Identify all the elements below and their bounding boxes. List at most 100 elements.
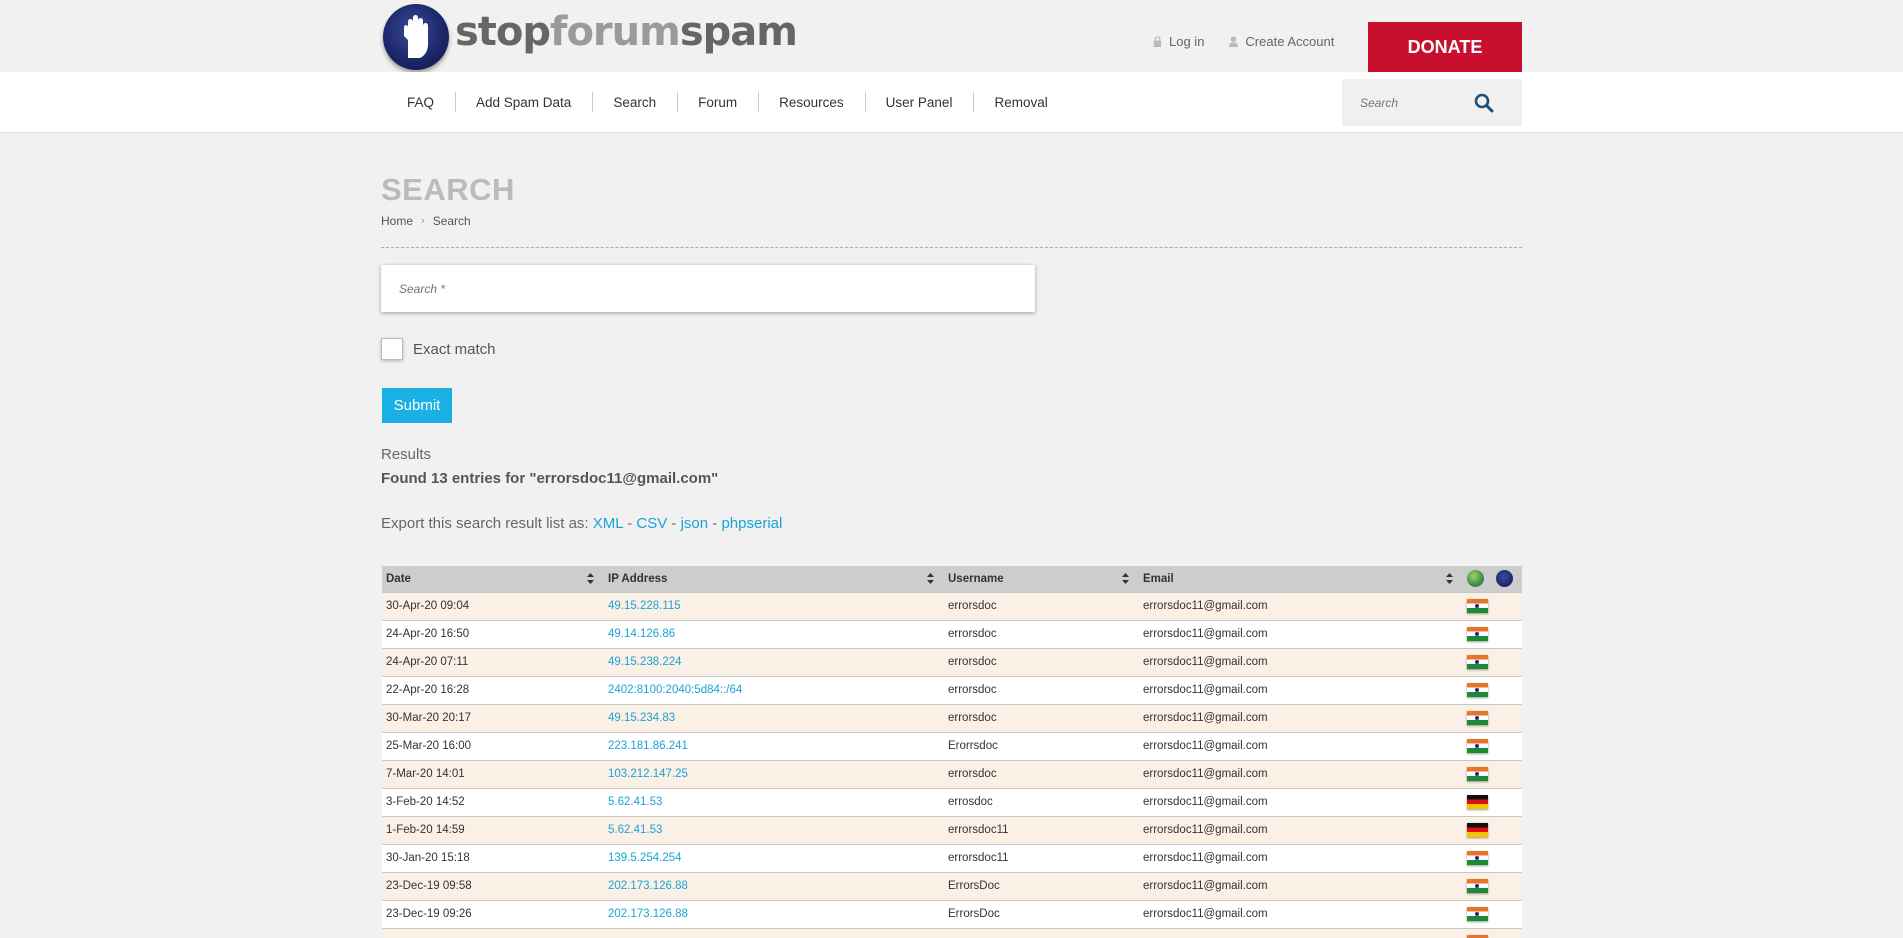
cell-ip-link[interactable]: 49.14.126.86 <box>604 619 944 648</box>
exact-match-checkbox[interactable] <box>381 338 403 360</box>
cell-ip-link[interactable]: 2402:8100:2040:5d84::/64 <box>604 675 944 704</box>
cell-country <box>1463 591 1492 620</box>
cell-username: errorsdoc <box>944 703 1139 732</box>
cell-date: 1-Feb-20 14:59 <box>382 815 604 844</box>
nav-item-resources[interactable]: Resources <box>758 92 865 112</box>
breadcrumb: Home › Search <box>381 214 471 228</box>
cell-country <box>1463 731 1492 760</box>
cell-country <box>1463 843 1492 872</box>
cell-ip-link[interactable]: 49.15.228.115 <box>604 591 944 620</box>
export-xml-link[interactable]: XML <box>593 515 623 532</box>
stop-hand-icon <box>1496 570 1513 588</box>
login-label: Log in <box>1169 34 1205 49</box>
cell-ip-link[interactable]: 5.62.41.53 <box>604 787 944 816</box>
search-input[interactable] <box>399 281 999 296</box>
cell-ip-link[interactable]: 202.173.126.88 <box>604 871 944 900</box>
cell-spammer <box>1492 703 1522 732</box>
column-header-username[interactable]: Username <box>944 566 1139 592</box>
nav-search-input[interactable] <box>1360 95 1490 110</box>
export-separator: - <box>623 515 637 532</box>
nav-item-user-panel[interactable]: User Panel <box>864 92 974 112</box>
column-header-spammer[interactable] <box>1492 566 1522 592</box>
cell-ip-link[interactable]: 223.181.86.241 <box>604 731 944 760</box>
results-table-body: 30-Apr-20 09:04 49.15.228.115 errorsdoc err… <box>382 591 1522 938</box>
cell-date: 30-Apr-20 09:04 <box>382 591 604 620</box>
table-row: 3-Feb-20 14:52 5.62.41.53 errosdoc errorsdo… <box>382 787 1522 816</box>
cell-email: errorsdoc11@gmail.com <box>1139 591 1463 620</box>
export-csv-link[interactable]: CSV <box>636 515 667 532</box>
table-header-row: Date IP Address Username Email <box>382 566 1522 592</box>
cell-username <box>944 927 1139 938</box>
country-flag-icon <box>1467 767 1488 781</box>
breadcrumb-home[interactable]: Home <box>381 214 413 228</box>
main-nav: FAQ Add Spam Data Search Forum Resources… <box>0 72 1903 133</box>
cell-country <box>1463 759 1492 788</box>
cell-ip-link[interactable] <box>604 927 944 938</box>
user-links: Log in Create Account <box>1152 34 1334 49</box>
nav-item-forum[interactable]: Forum <box>677 92 758 112</box>
country-flag-icon <box>1467 823 1488 837</box>
exact-match-option: Exact match <box>381 338 496 360</box>
column-header-ip[interactable]: IP Address <box>604 566 944 592</box>
country-flag-icon <box>1467 599 1488 613</box>
login-link[interactable]: Log in <box>1152 34 1204 49</box>
submit-button[interactable]: Submit <box>382 388 452 423</box>
nav-item-removal[interactable]: Removal <box>973 92 1068 112</box>
results-summary: Found 13 entries for "errorsdoc11@gmail.… <box>381 470 719 487</box>
cell-date: 30-Mar-20 20:17 <box>382 703 604 732</box>
cell-ip-link[interactable]: 5.62.41.53 <box>604 815 944 844</box>
cell-date: 24-Apr-20 07:11 <box>382 647 604 676</box>
cell-date <box>382 927 604 938</box>
breadcrumb-current: Search <box>432 214 471 228</box>
cell-email: errorsdoc11@gmail.com <box>1139 871 1463 900</box>
nav-item-faq[interactable]: FAQ <box>386 95 455 110</box>
cell-spammer <box>1492 899 1522 928</box>
cell-spammer <box>1492 843 1522 872</box>
cell-country <box>1463 619 1492 648</box>
user-icon <box>1229 36 1239 47</box>
cell-ip-link[interactable]: 49.15.238.224 <box>604 647 944 676</box>
nav-item-add-spam-data[interactable]: Add Spam Data <box>455 92 592 112</box>
cell-country <box>1463 647 1492 676</box>
cell-ip-link[interactable]: 49.15.234.83 <box>604 703 944 732</box>
column-header-date-label: Date <box>386 572 411 585</box>
cell-country <box>1463 675 1492 704</box>
table-row: 7-Mar-20 14:01 103.212.147.25 errorsdoc err… <box>382 759 1522 788</box>
column-header-date[interactable]: Date <box>382 566 604 592</box>
cell-country <box>1463 927 1492 938</box>
cell-spammer <box>1492 647 1522 676</box>
cell-email: errorsdoc11@gmail.com <box>1139 899 1463 928</box>
donate-button[interactable]: DONATE <box>1368 22 1522 72</box>
cell-spammer <box>1492 927 1522 938</box>
cell-date: 22-Apr-20 16:28 <box>382 675 604 704</box>
hand-stop-icon <box>383 4 449 70</box>
create-account-link[interactable]: Create Account <box>1228 34 1334 49</box>
results-table-container: Date IP Address Username Email 30-Apr-20… <box>382 566 1522 938</box>
cell-spammer <box>1492 815 1522 844</box>
table-row: 24-Apr-20 07:11 49.15.238.224 errorsdoc err… <box>382 647 1522 676</box>
nav-item-search[interactable]: Search <box>592 92 677 112</box>
column-header-country[interactable] <box>1463 566 1492 592</box>
cell-spammer <box>1492 731 1522 760</box>
cell-ip-link[interactable]: 103.212.147.25 <box>604 759 944 788</box>
cell-country <box>1463 787 1492 816</box>
cell-email: errorsdoc11@gmail.com <box>1139 759 1463 788</box>
export-phpserial-link[interactable]: phpserial <box>721 515 782 532</box>
cell-username: errorsdoc11 <box>944 815 1139 844</box>
cell-ip-link[interactable]: 202.173.126.88 <box>604 899 944 928</box>
top-bar: stop forum spam Log in Create Account DONA… <box>0 0 1903 72</box>
column-header-email[interactable]: Email <box>1139 566 1463 592</box>
cell-country <box>1463 703 1492 732</box>
table-row: 30-Mar-20 20:17 49.15.234.83 errorsdoc erro… <box>382 703 1522 732</box>
search-icon[interactable] <box>1474 93 1494 113</box>
cell-username: errosdoc <box>944 787 1139 816</box>
cell-ip-link[interactable]: 139.5.254.254 <box>604 843 944 872</box>
cell-date: 23-Dec-19 09:26 <box>382 899 604 928</box>
site-logo[interactable]: stop forum spam <box>383 2 798 72</box>
main-search-box <box>381 265 1035 312</box>
cell-date: 7-Mar-20 14:01 <box>382 759 604 788</box>
cell-email: errorsdoc11@gmail.com <box>1139 843 1463 872</box>
export-json-link[interactable]: json <box>681 515 709 532</box>
sort-icon <box>587 573 594 584</box>
table-row: 1-Feb-20 14:59 5.62.41.53 errorsdoc11 error… <box>382 815 1522 844</box>
